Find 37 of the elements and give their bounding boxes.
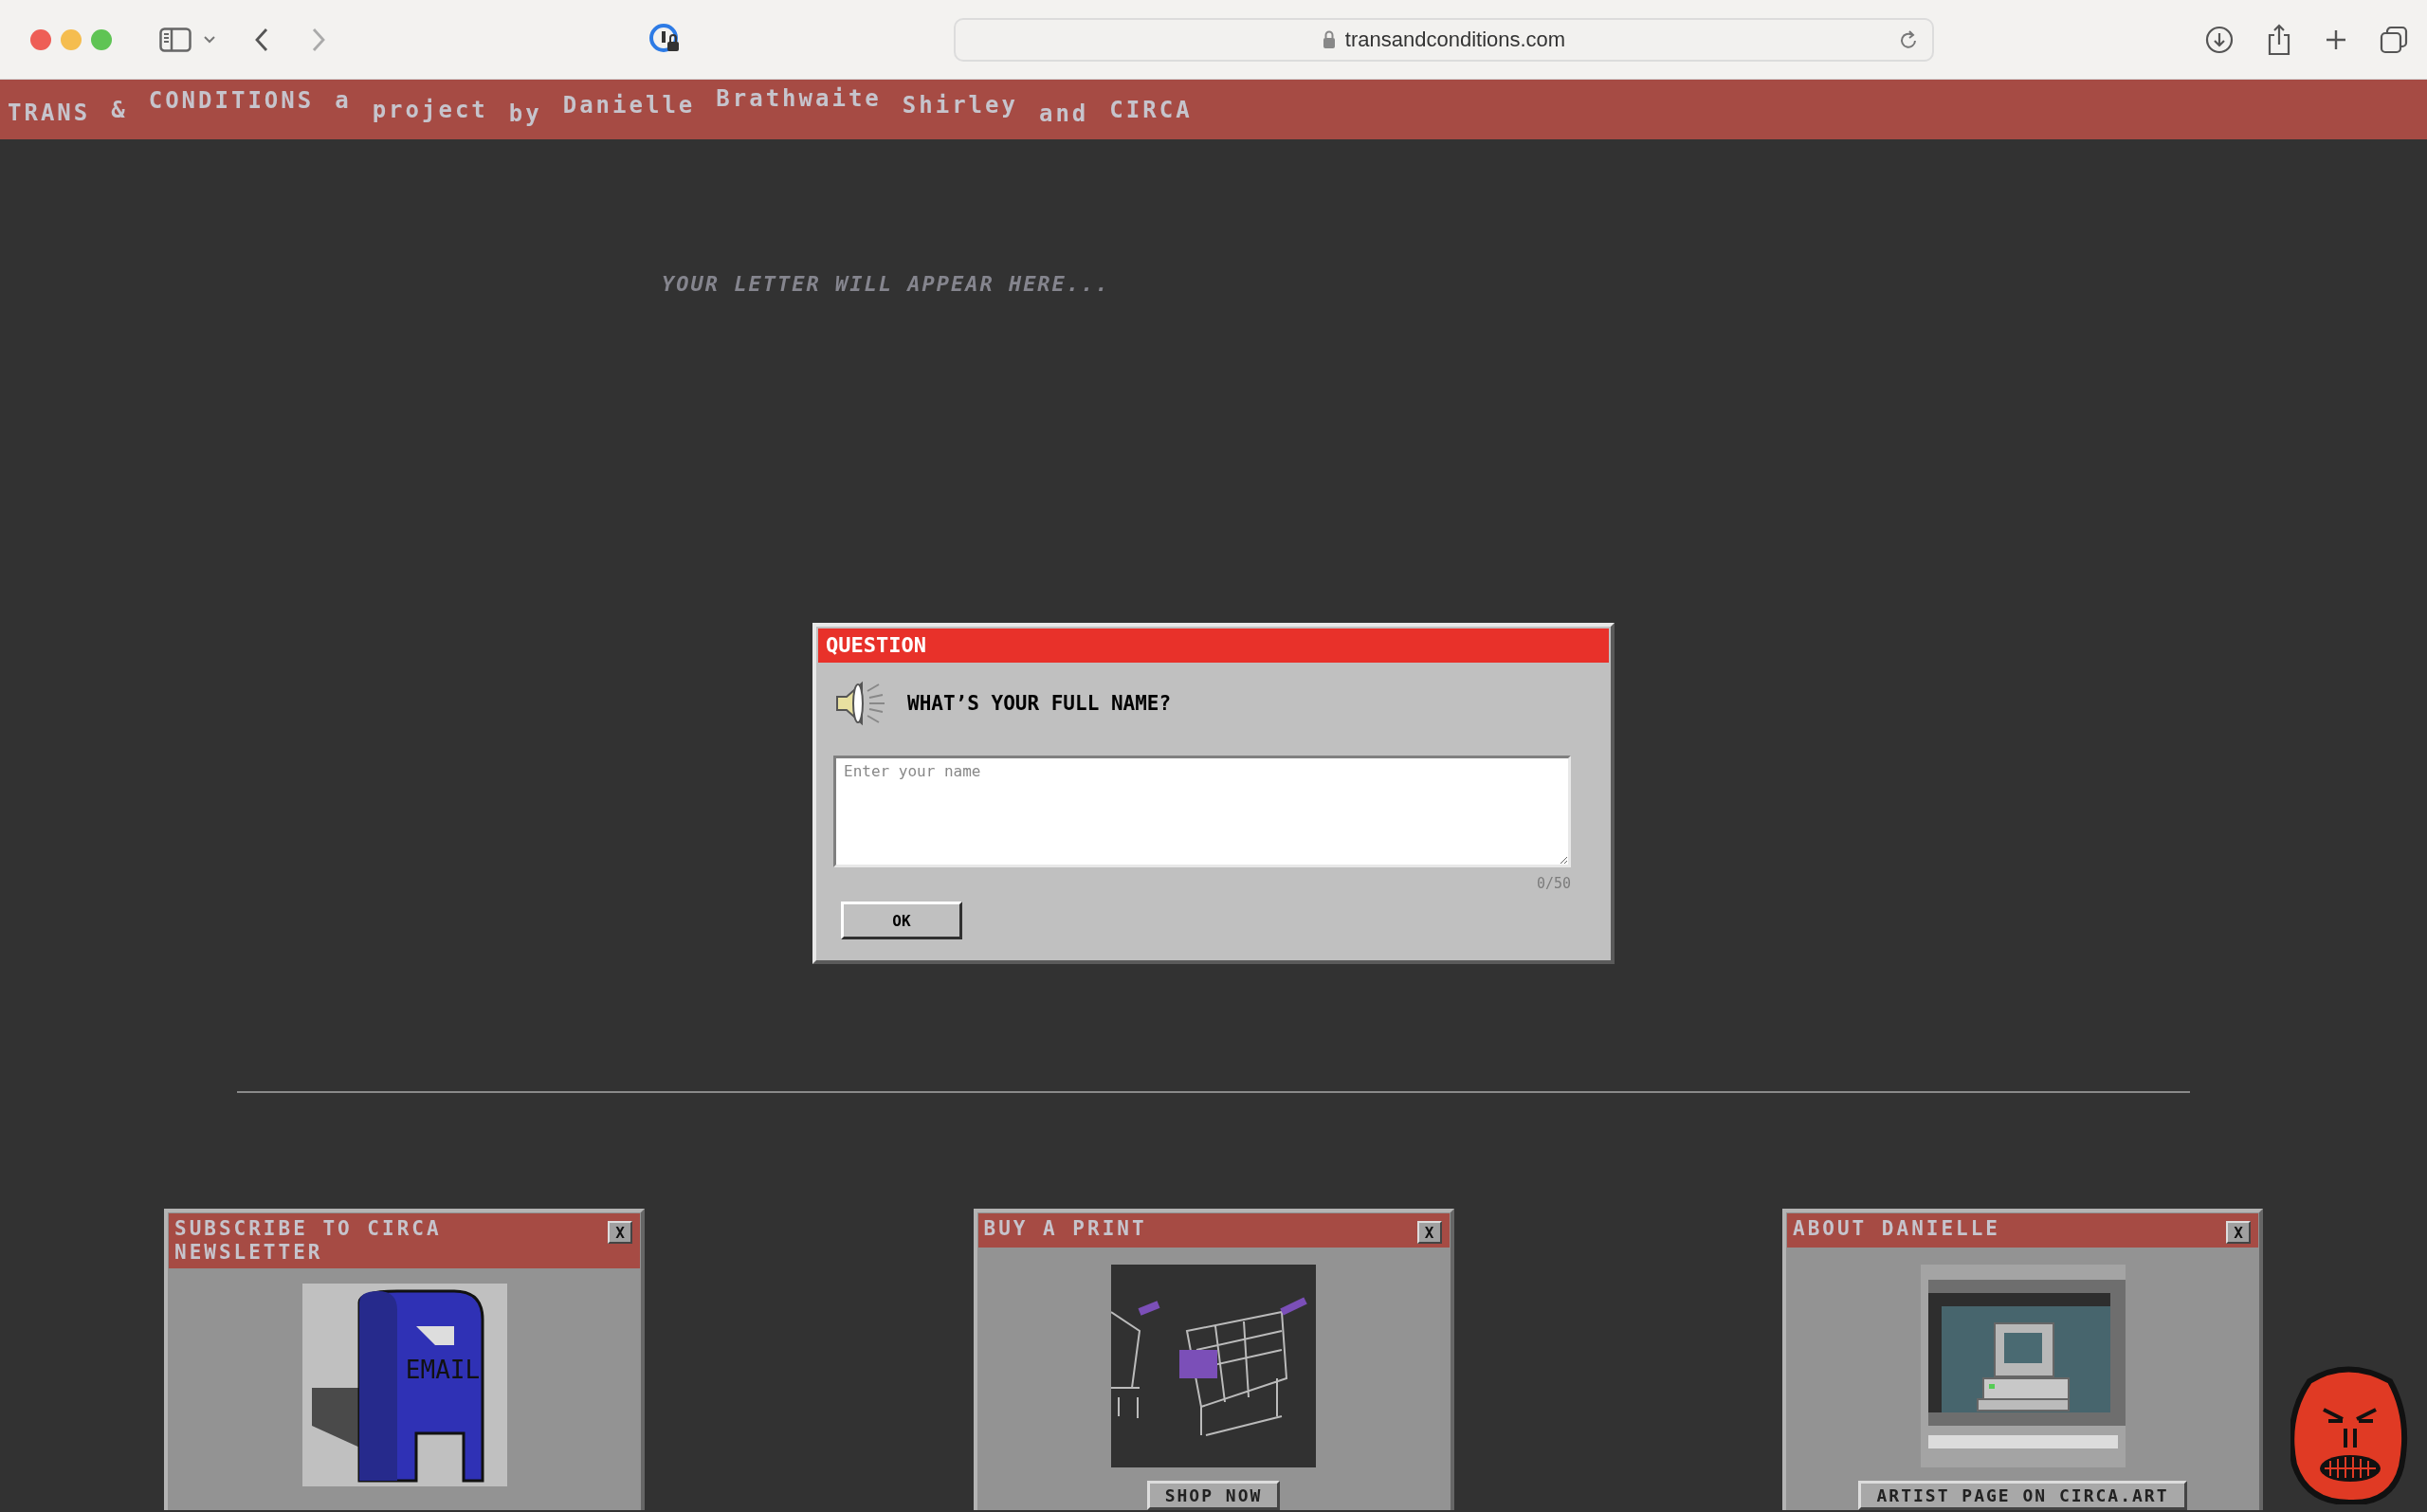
address-bar[interactable]: transandconditions.com <box>954 17 1934 62</box>
header-word[interactable]: and <box>1038 100 1089 127</box>
header-word[interactable]: Shirley <box>902 92 1018 118</box>
url-text: transandconditions.com <box>1344 27 1566 52</box>
close-button[interactable]: X <box>608 1221 632 1244</box>
header-word[interactable]: CIRCA <box>1109 97 1193 123</box>
card-title: BUY A PRINT <box>983 1217 1148 1241</box>
new-tab-icon[interactable] <box>2325 27 2347 51</box>
card-title: ABOUT DANIELLE <box>1793 1217 2001 1241</box>
dialog-title: QUESTION <box>818 628 1609 663</box>
close-button[interactable]: X <box>1416 1221 1442 1244</box>
back-icon[interactable] <box>254 27 269 52</box>
close-window-button[interactable] <box>30 28 51 50</box>
question-text: WHAT’S YOUR FULL NAME? <box>907 692 1172 715</box>
header-word[interactable]: & <box>111 97 128 123</box>
card-link-button[interactable]: SHOP NOW <box>1146 1481 1281 1510</box>
header-word[interactable]: TRANS <box>8 100 91 126</box>
tabs-overview-icon[interactable] <box>2380 25 2408 54</box>
header-word[interactable]: project <box>372 97 488 123</box>
header-word[interactable]: Danielle <box>562 92 696 118</box>
header-word[interactable]: a <box>335 87 352 114</box>
chevron-down-icon[interactable] <box>203 34 216 45</box>
header-word[interactable]: by <box>508 100 542 127</box>
card-link-button[interactable]: ARTIST PAGE ON CIRCA.ART <box>1858 1481 2187 1510</box>
close-button[interactable]: X <box>2226 1221 2251 1244</box>
share-icon[interactable] <box>2266 23 2292 56</box>
sidebar-icon[interactable] <box>159 27 192 52</box>
name-input-field[interactable]: Enter your name <box>833 756 1571 867</box>
header-word[interactable]: Brathwaite <box>716 85 882 112</box>
letter-message: YOUR LETTER WILL APPEAR HERE... <box>662 272 1111 298</box>
character-counter: 0/50 <box>1535 875 1571 892</box>
ok-button[interactable]: OK <box>841 902 962 939</box>
lock-icon <box>1322 29 1336 49</box>
mailbox-label: EMAIL <box>405 1356 480 1384</box>
card-title: SUBSCRIBE TO CIRCA NEWSLETTER <box>174 1217 443 1265</box>
download-icon[interactable] <box>2205 25 2234 54</box>
header-word[interactable]: CONDITIONS <box>148 87 315 114</box>
